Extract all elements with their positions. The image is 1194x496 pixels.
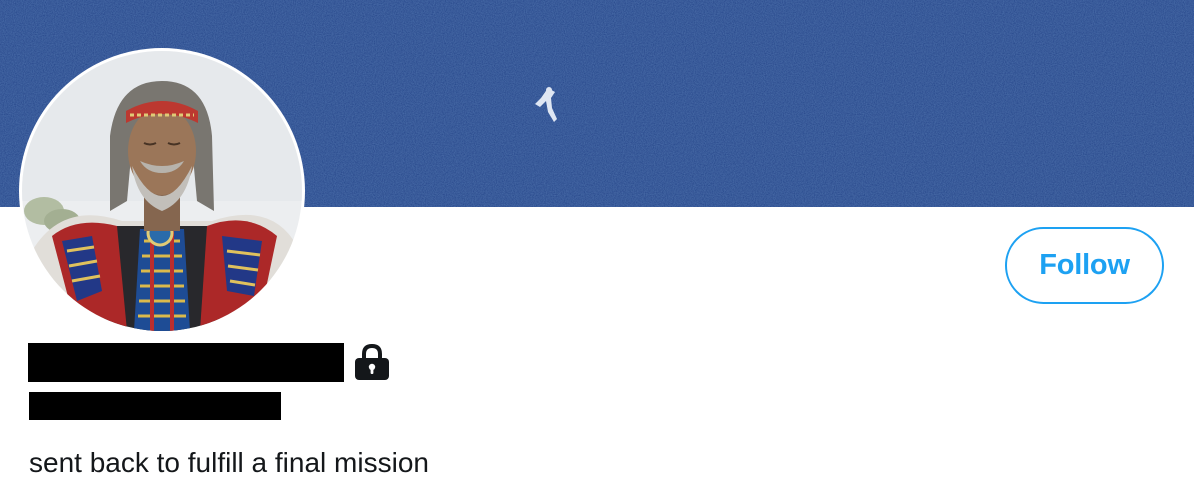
avatar-image xyxy=(22,51,302,331)
follow-button[interactable]: Follow xyxy=(1005,227,1164,304)
redacted-handle xyxy=(29,392,281,420)
redacted-display-name xyxy=(28,342,344,382)
profile-bio: sent back to fulfill a final mission xyxy=(29,447,429,478)
profile-name-row xyxy=(28,342,392,382)
profile-page: Follow sent back to fulfill a final miss… xyxy=(0,0,1194,496)
lock-icon xyxy=(355,343,389,380)
avatar[interactable] xyxy=(19,48,305,334)
